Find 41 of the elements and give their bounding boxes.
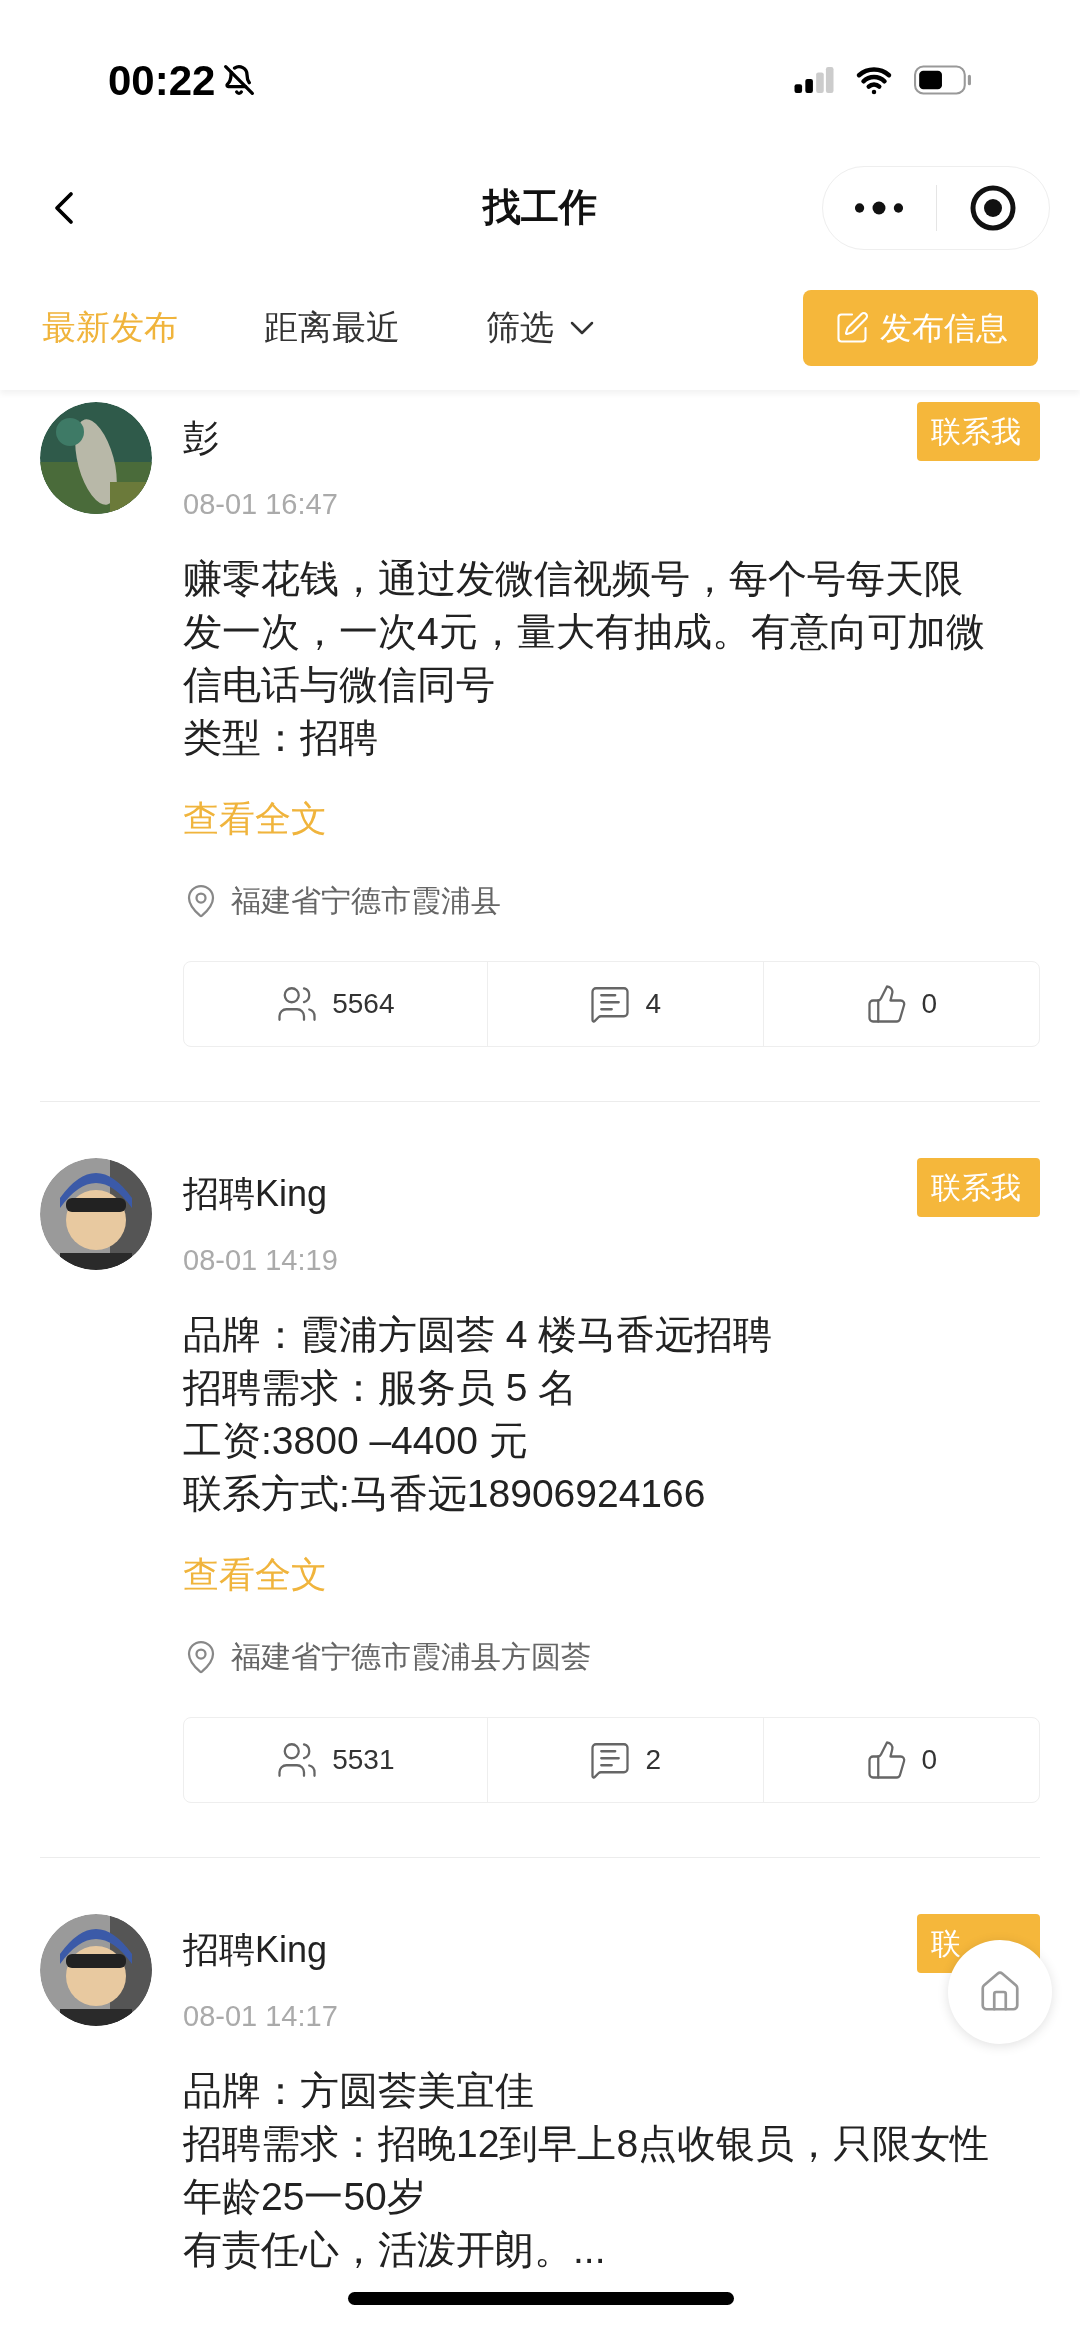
post-text: 招聘需求：服务员 5 名: [183, 1365, 579, 1411]
battery-icon: [914, 65, 972, 95]
location-text: 福建省宁德市霞浦县方圆荟: [231, 1639, 591, 1675]
post-time: 08-01 14:17: [183, 1999, 339, 2034]
thumbs-up-icon[interactable]: [865, 983, 908, 1025]
post-text: 工资:3800 –4400 元: [183, 1418, 529, 1464]
post-text: 联系方式:马香远18906924166: [183, 1471, 707, 1517]
close-target-icon[interactable]: [968, 183, 1017, 232]
comment-count: 4: [645, 987, 662, 1021]
post-info-button[interactable]: 发布信息: [803, 289, 1038, 366]
more-icon[interactable]: [854, 200, 905, 215]
post-text: 品牌：霞浦方圆荟 4 楼马香远招聘: [183, 1312, 774, 1358]
comment-count: 2: [645, 1743, 662, 1777]
post-text: 类型：招聘: [183, 715, 379, 761]
post-text: 赚零花钱，通过发微信视频号，每个号每天限发一次，一次4元，量大有抽成。有意向可加微信电话与微信同号: [183, 556, 986, 708]
like-count: 0: [921, 1743, 938, 1777]
contact-button[interactable]: 联系我: [917, 1158, 1040, 1217]
filter-tab[interactable]: 筛选: [486, 302, 602, 353]
view-full-link[interactable]: 查看全文: [183, 798, 327, 839]
signal-icon: [794, 67, 834, 93]
post-text: 品牌：方圆荟美宜佳: [183, 2068, 535, 2114]
filter-tab[interactable]: 距离最近: [264, 302, 400, 353]
author-name: 招聘King: [183, 1928, 328, 1972]
view-full-link[interactable]: 查看全文: [183, 1554, 327, 1595]
contact-button[interactable]: 联系我: [917, 402, 1040, 461]
page-title: 找工作: [483, 185, 597, 230]
like-count: 0: [921, 987, 938, 1021]
thumbs-up-icon[interactable]: [865, 1739, 908, 1781]
filter-tab[interactable]: 最新发布: [42, 302, 178, 353]
author-name: 招聘King: [183, 1172, 328, 1216]
view-count: 5531: [332, 1743, 395, 1777]
post-text: 年龄25一50岁: [183, 2174, 427, 2220]
post-text: 招聘需求：招晚12到早上8点收银员，只限女性: [183, 2121, 991, 2167]
bell-off-icon: [223, 64, 256, 96]
author-name: 彭: [183, 416, 219, 460]
status-time: 00:22: [108, 55, 216, 106]
post-time: 08-01 14:19: [183, 1243, 339, 1278]
post-time: 08-01 16:47: [183, 487, 339, 522]
location-text: 福建省宁德市霞浦县: [231, 883, 501, 919]
post-text: 有责任心，活泼开朗。...: [183, 2227, 607, 2273]
view-count: 5564: [332, 987, 395, 1021]
